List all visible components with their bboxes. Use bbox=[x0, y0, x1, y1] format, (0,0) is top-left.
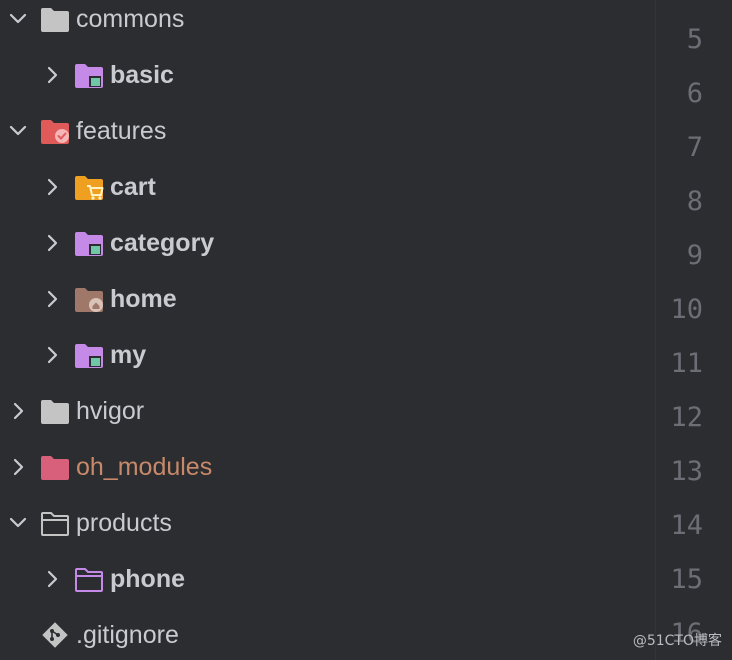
tree-item-products[interactable]: products bbox=[0, 504, 655, 560]
chevron-right-icon[interactable] bbox=[42, 233, 62, 253]
line-number: 14 bbox=[670, 510, 703, 541]
chevron-down-icon[interactable] bbox=[8, 9, 28, 29]
chevron-down-icon[interactable] bbox=[8, 121, 28, 141]
line-number-gutter: 5 6 7 8 9 10 11 12 13 14 15 16 bbox=[655, 0, 732, 660]
module-folder-icon bbox=[74, 343, 104, 369]
tree-item-gitignore[interactable]: .gitignore bbox=[0, 616, 655, 660]
tree-item-label: .gitignore bbox=[76, 621, 179, 649]
project-tree: commons basic features cart category hom… bbox=[0, 0, 655, 660]
tree-item-label: hvigor bbox=[76, 397, 145, 425]
tree-item-label: features bbox=[76, 117, 167, 145]
line-number: 7 bbox=[686, 132, 703, 163]
tree-item-basic[interactable]: basic bbox=[0, 56, 655, 112]
chevron-right-icon[interactable] bbox=[8, 401, 28, 421]
excluded-folder-icon bbox=[40, 455, 70, 481]
tree-item-label: products bbox=[76, 509, 172, 537]
folder-gray-icon bbox=[40, 7, 70, 33]
tree-item-category[interactable]: category bbox=[0, 224, 655, 280]
tree-item-label: my bbox=[110, 341, 147, 369]
tree-item-label: basic bbox=[110, 61, 174, 89]
line-number: 15 bbox=[670, 564, 703, 595]
tree-item-commons[interactable]: commons bbox=[0, 0, 655, 56]
line-number: 5 bbox=[686, 24, 703, 55]
line-number: 13 bbox=[670, 456, 703, 487]
module-folder-icon bbox=[74, 63, 104, 89]
tree-item-my[interactable]: my bbox=[0, 336, 655, 392]
cart-folder-icon bbox=[74, 175, 104, 201]
line-number: 11 bbox=[670, 348, 703, 379]
tree-item-oh-modules[interactable]: oh_modules bbox=[0, 448, 655, 504]
tree-item-label: cart bbox=[110, 173, 156, 201]
chevron-right-icon[interactable] bbox=[42, 345, 62, 365]
chevron-down-icon[interactable] bbox=[8, 513, 28, 533]
tree-item-label: phone bbox=[110, 565, 185, 593]
chevron-right-icon[interactable] bbox=[42, 65, 62, 85]
line-number: 6 bbox=[686, 78, 703, 109]
tree-item-hvigor[interactable]: hvigor bbox=[0, 392, 655, 448]
tree-item-phone[interactable]: phone bbox=[0, 560, 655, 616]
module-folder-icon bbox=[74, 231, 104, 257]
tree-item-features[interactable]: features bbox=[0, 112, 655, 168]
line-number: 10 bbox=[670, 294, 703, 325]
tree-item-label: commons bbox=[76, 5, 185, 33]
tree-item-cart[interactable]: cart bbox=[0, 168, 655, 224]
folder-outline-icon bbox=[40, 511, 70, 537]
purple-outline-folder-icon bbox=[74, 567, 104, 593]
git-icon bbox=[40, 620, 70, 648]
tree-item-label: home bbox=[110, 285, 177, 313]
tree-item-label: category bbox=[110, 229, 215, 257]
features-folder-icon bbox=[40, 119, 70, 145]
home-folder-icon bbox=[74, 287, 104, 313]
watermark: @51CTO博客 bbox=[632, 633, 722, 649]
folder-gray-icon bbox=[40, 399, 70, 425]
ide-window: commons basic features cart category hom… bbox=[0, 0, 732, 660]
chevron-right-icon[interactable] bbox=[8, 457, 28, 477]
tree-item-label: oh_modules bbox=[76, 453, 213, 481]
chevron-right-icon[interactable] bbox=[42, 569, 62, 589]
line-number: 8 bbox=[686, 186, 703, 217]
line-number: 12 bbox=[670, 402, 703, 433]
chevron-right-icon[interactable] bbox=[42, 177, 62, 197]
line-number: 9 bbox=[686, 240, 703, 271]
chevron-right-icon[interactable] bbox=[42, 289, 62, 309]
tree-item-home[interactable]: home bbox=[0, 280, 655, 336]
